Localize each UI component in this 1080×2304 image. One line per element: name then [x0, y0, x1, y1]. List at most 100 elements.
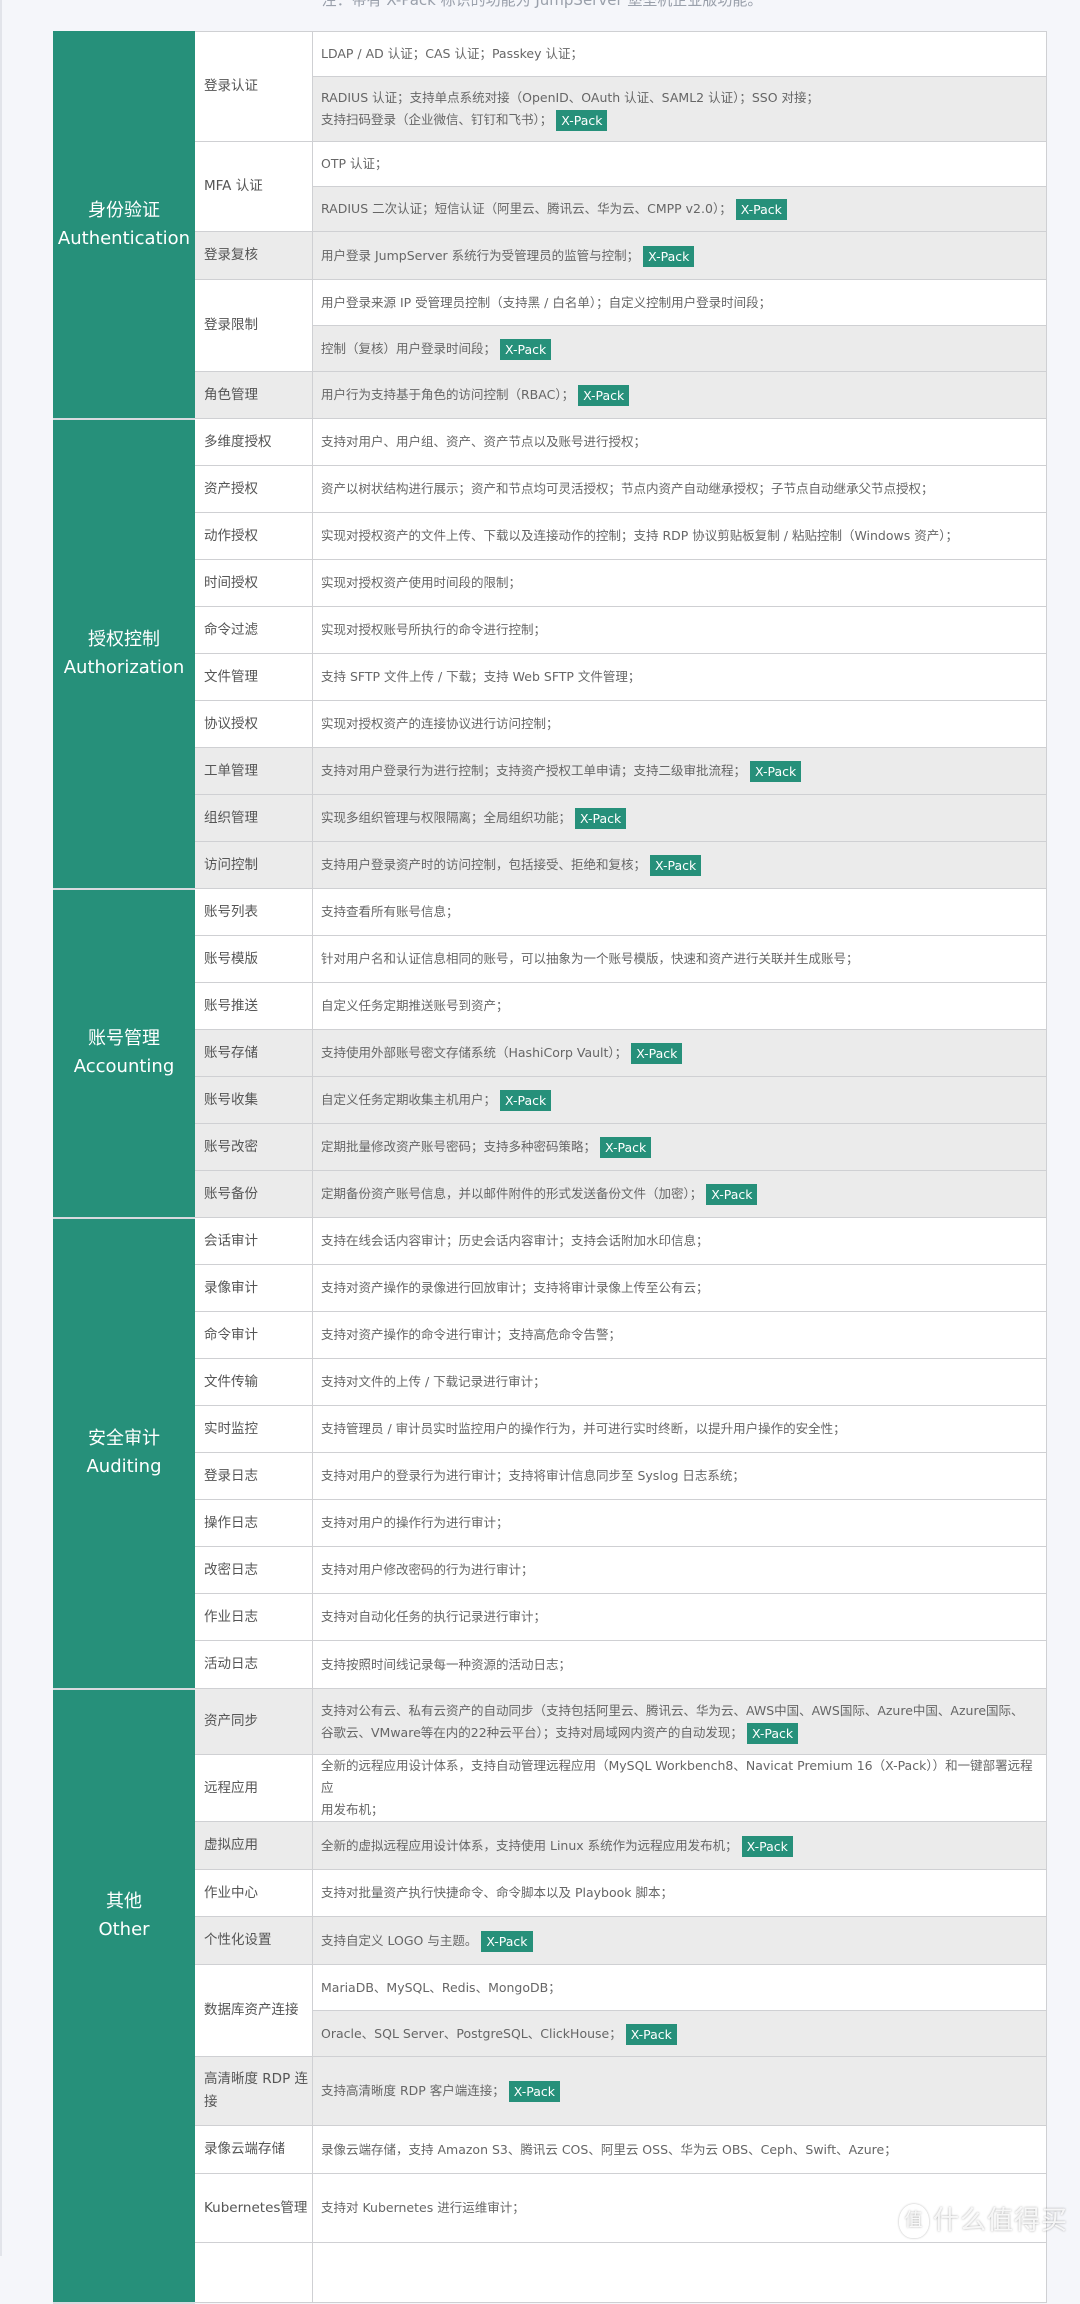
feature-row: 登录日志 支持对用户的登录行为进行审计；支持将审计信息同步至 Syslog 日志系… — [54, 1452, 1047, 1500]
feature-description: 用户行为支持基于角色的访问控制（RBAC）； — [321, 387, 575, 402]
feature-row: 命令审计 支持对资产操作的命令进行审计；支持高危命令告警； — [54, 1311, 1047, 1359]
feature-row: 其他 Other 资产同步 支持对公有云、私有云资产的自动同步（支持包括阿里云、腾讯云… — [53, 1688, 1047, 2304]
feature-name-cell: 账号改密 — [194, 1123, 313, 1171]
feature-name-cell: 账号收集 — [194, 1076, 313, 1124]
feature-description-cell: 全新的远程应用设计体系，支持自动管理远程应用（MySQL Workbench8、… — [312, 1754, 1047, 1822]
feature-description: 支持使用外部账号密文存储系统（HashiCorp Vault）； — [321, 1045, 628, 1060]
feature-description-cell: 定期批量修改资产账号密码；支持多种密码策略； X-Pack — [312, 1123, 1047, 1171]
feature-row: 虚拟应用 全新的虚拟远程应用设计体系，支持使用 Linux 系统作为远程应用发布机… — [54, 1821, 1047, 1870]
feature-row: 访问控制 支持用户登录资产时的访问控制，包括接受、拒绝和复核； X-Pack — [54, 841, 1047, 889]
feature-row: 账号模版 针对用户名和认证信息相同的账号，可以抽象为一个账号模版，快速和资产进行关… — [54, 935, 1047, 983]
feature-row: 账号存储 支持使用外部账号密文存储系统（HashiCorp Vault）； X-Pa… — [54, 1029, 1047, 1077]
feature-description: 用户登录来源 IP 受管理员控制（支持黑 / 白名单）；自定义控制用户登录时间段… — [321, 294, 772, 310]
feature-name-cell: 账号存储 — [194, 1029, 313, 1077]
feature-row: 授权控制 Authorization 多维度授权 支持对用户、用户组、资产、资产节点以… — [53, 418, 1047, 890]
feature-description: 实现多组织管理与权限隔离；全局组织功能； — [321, 810, 572, 825]
xpack-badge: X-Pack — [578, 385, 630, 406]
feature-description: 支持对文件的上传 / 下载记录进行审计； — [321, 1374, 546, 1389]
feature-name-cell: 账号列表 — [194, 888, 313, 936]
xpack-badge: X-Pack — [750, 761, 802, 782]
feature-name-cell: 高清晰度 RDP 连接 — [194, 2056, 313, 2126]
feature-name-cell: 角色管理 — [194, 371, 313, 419]
feature-name-cell: 工单管理 — [194, 747, 313, 795]
xpack-badge: X-Pack — [735, 199, 787, 220]
category-name-zh: 账号管理 — [88, 1028, 160, 1049]
feature-name-cell: 个性化设置 — [194, 1916, 313, 1965]
feature-row: 文件管理 支持 SFTP 文件上传 / 下载；支持 Web SFTP 文件管理； — [54, 653, 1047, 701]
feature-row: 录像云端存储 录像云端存储，支持 Amazon S3、腾讯云 COS、阿里云 OS… — [54, 2125, 1047, 2174]
feature-name-cell: 作业中心 — [194, 1869, 313, 1917]
feature-row: 时间授权 实现对授权资产使用时间段的限制； — [54, 559, 1047, 607]
feature-row: 文件传输 支持对文件的上传 / 下载记录进行审计； — [54, 1358, 1047, 1406]
feature-row: Kubernetes管理 支持对 Kubernetes 进行运维审计； — [54, 2173, 1047, 2243]
feature-description-cell: 支持对资产操作的录像进行回放审计；支持将审计录像上传至公有云； — [312, 1264, 1047, 1312]
feature-name-cell: 登录日志 — [194, 1452, 313, 1500]
feature-description-line2: 支持扫码登录（企业微信、钉钉和飞书）； — [321, 112, 553, 127]
xpack-note: 注：带有 X-Pack 标识的功能为 JumpServer 堡垒机企业版功能。 — [321, 0, 763, 9]
feature-name-cell: 虚拟应用 — [194, 1821, 313, 1870]
feature-description: 支持对用户的登录行为进行审计；支持将审计信息同步至 Syslog 日志系统； — [321, 1468, 745, 1483]
feature-description-cell: 支持对用户修改密码的行为进行审计； — [312, 1546, 1047, 1594]
feature-description: 支持自定义 LOGO 与主题。 — [321, 1932, 478, 1948]
feature-name-cell: 会话审计 — [194, 1217, 313, 1265]
category-name-zh: 其他 — [106, 1890, 142, 1912]
feature-name-cell: 实时监控 — [194, 1405, 313, 1453]
feature-description: 针对用户名和认证信息相同的账号，可以抽象为一个账号模版，快速和资产进行关联并生成… — [321, 951, 859, 966]
feature-description: 实现对授权资产的连接协议进行访问控制； — [321, 716, 559, 731]
feature-description-cell: 支持对用户登录行为进行控制；支持资产授权工单申请；支持二级审批流程； X-Pack — [312, 747, 1047, 795]
feature-description-cell: MariaDB、MySQL、Redis、MongoDB； — [312, 1964, 1047, 2011]
feature-name-cell: 活动日志 — [194, 1640, 313, 1689]
feature-description-cell: 支持对用户的登录行为进行审计；支持将审计信息同步至 Syslog 日志系统； — [312, 1452, 1047, 1500]
feature-description: 支持按照时间线记录每一种资源的活动日志； — [321, 1656, 572, 1672]
feature-row: 动作授权 实现对授权资产的文件上传、下载以及连接动作的控制；支持 RDP 协议剪贴… — [54, 512, 1047, 560]
feature-description: 支持对批量资产执行快捷命令、命令脚本以及 Playbook 脚本； — [321, 1885, 673, 1900]
feature-description-cell: 针对用户名和认证信息相同的账号，可以抽象为一个账号模版，快速和资产进行关联并生成… — [312, 935, 1047, 983]
feature-description-cell: 支持对自动化任务的执行记录进行审计； — [312, 1593, 1047, 1641]
feature-description: 支持对 Kubernetes 进行运维审计； — [321, 2200, 525, 2215]
feature-row: 安全审计 Auditing 会话审计 支持在线会话内容审计；历史会话内容审计；支持会话… — [53, 1217, 1047, 1690]
feature-row: 登录复核 用户登录 JumpServer 系统行为受管理员的监管与控制； X-Pac… — [54, 231, 1047, 280]
feature-row: 高清晰度 RDP 连接 支持高清晰度 RDP 客户端连接； X-Pack — [54, 2056, 1047, 2126]
feature-description: LDAP / AD 认证；CAS 认证；Passkey 认证； — [321, 46, 583, 61]
feature-description-cell: Oracle、SQL Server、PostgreSQL、ClickHouse；… — [312, 2010, 1047, 2057]
watermark-logo-icon: 值 — [898, 2204, 929, 2238]
category-name-zh: 安全审计 — [88, 1428, 160, 1449]
feature-description: 实现对授权资产的文件上传、下载以及连接动作的控制；支持 RDP 协议剪贴板复制 … — [321, 528, 958, 543]
feature-description-cell: 支持按照时间线记录每一种资源的活动日志； — [312, 1640, 1047, 1689]
feature-name-cell: 时间授权 — [194, 559, 313, 607]
feature-description-cell: 支持对资产操作的命令进行审计；支持高危命令告警； — [312, 1311, 1047, 1359]
category-cell: 安全审计 Auditing — [53, 1217, 195, 1690]
xpack-badge: X-Pack — [575, 808, 627, 829]
feature-description: 全新的远程应用设计体系，支持自动管理远程应用（MySQL Workbench8、… — [321, 1758, 1033, 1795]
feature-description-cell: 支持查看所有账号信息； — [312, 888, 1047, 936]
feature-description-cell: 支持对用户的操作行为进行审计； — [312, 1499, 1047, 1547]
feature-description: 支持对资产操作的命令进行审计；支持高危命令告警； — [321, 1327, 622, 1342]
feature-description-cell: 实现对授权账号所执行的命令进行控制； — [312, 606, 1047, 654]
feature-description-cell: 全新的虚拟远程应用设计体系，支持使用 Linux 系统作为远程应用发布机； X-P… — [312, 1821, 1047, 1870]
feature-description: 用户登录 JumpServer 系统行为受管理员的监管与控制； — [321, 247, 640, 263]
feature-row: 操作日志 支持对用户的操作行为进行审计； — [54, 1499, 1047, 1547]
feature-description-cell: 支持在线会话内容审计；历史会话内容审计；支持会话附加水印信息； — [312, 1217, 1047, 1265]
category-name-en: Authentication — [57, 227, 191, 249]
feature-description-cell: 支持使用外部账号密文存储系统（HashiCorp Vault）； X-Pack — [312, 1029, 1047, 1077]
feature-description-cell: 支持对用户、用户组、资产、资产节点以及账号进行授权； — [312, 418, 1047, 466]
feature-description: 定期批量修改资产账号密码；支持多种密码策略； — [321, 1139, 597, 1154]
feature-description: 支持对资产操作的录像进行回放审计；支持将审计录像上传至公有云； — [321, 1280, 709, 1295]
feature-description: 自定义任务定期收集主机用户； — [321, 1092, 497, 1107]
feature-row: 账号改密 定期批量修改资产账号密码；支持多种密码策略； X-Pack — [54, 1123, 1047, 1171]
feature-row: 作业日志 支持对自动化任务的执行记录进行审计； — [54, 1593, 1047, 1641]
feature-description: 支持在线会话内容审计；历史会话内容审计；支持会话附加水印信息； — [321, 1233, 709, 1248]
feature-name-cell — [194, 2242, 313, 2303]
feature-description-cell: RADIUS 二次认证；短信认证（阿里云、腾讯云、华为云、CMPP v2.0）；… — [312, 186, 1047, 232]
feature-description: 定期备份资产账号信息，并以邮件附件的形式发送备份文件（加密）； — [321, 1186, 703, 1201]
feature-name-cell: 改密日志 — [194, 1546, 313, 1594]
feature-row: 工单管理 支持对用户登录行为进行控制；支持资产授权工单申请；支持二级审批流程； X-… — [54, 747, 1047, 795]
xpack-badge: X-Pack — [500, 1090, 552, 1111]
feature-name-cell: 资产同步 — [194, 1688, 313, 1755]
feature-description: 支持 SFTP 文件上传 / 下载；支持 Web SFTP 文件管理； — [321, 669, 641, 684]
feature-table: 身份验证 Authentication 登录认证 LDAP / AD 认证；CAS 认… — [53, 31, 1047, 2304]
feature-description: 支持查看所有账号信息； — [321, 904, 459, 919]
feature-name-cell: 登录限制 — [194, 279, 313, 372]
feature-description: 支持高清晰度 RDP 客户端连接； — [321, 2083, 505, 2098]
xpack-badge: X-Pack — [481, 1930, 533, 1952]
